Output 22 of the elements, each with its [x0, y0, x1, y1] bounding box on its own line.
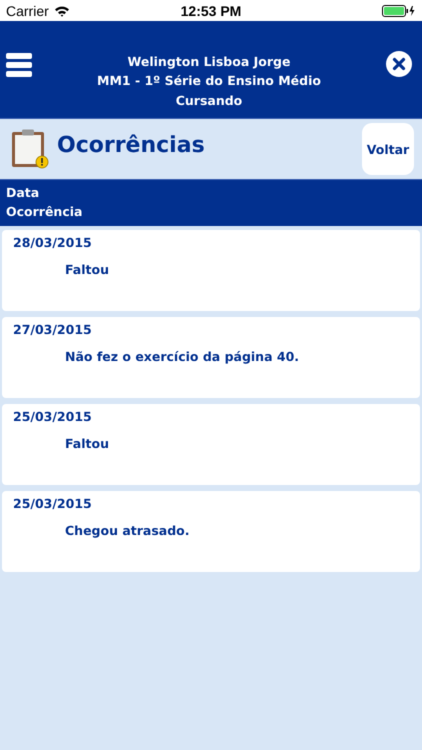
occurrence-text: Faltou — [65, 262, 110, 277]
clipboard-icon — [11, 129, 49, 169]
back-button[interactable]: Voltar — [362, 123, 414, 175]
occurrence-date: 28/03/2015 — [13, 235, 93, 250]
carrier-name: Carrier — [6, 2, 49, 18]
column-header: Ocorrência — [6, 203, 84, 221]
occurrence-text: Faltou — [65, 436, 110, 451]
battery-icon — [382, 4, 416, 16]
occurrence-date: 25/03/2015 — [13, 409, 93, 424]
student-info: Welington Lisboa Jorge — [126, 52, 292, 71]
close-button[interactable] — [386, 51, 412, 77]
student-info: MM1 - 1º Série do Ensino Médio — [96, 72, 322, 90]
menu-button[interactable] — [6, 53, 32, 77]
status-time: 12:53 PM — [180, 2, 242, 18]
occurrence-text: Não fez o exercício da página 40. — [65, 349, 300, 364]
column-header: Data — [6, 184, 40, 202]
wifi-icon — [54, 4, 70, 16]
occurrence-text: Chegou atrasado. — [65, 523, 191, 538]
student-info: Cursando — [174, 92, 244, 110]
page-title: Ocorrências — [57, 132, 206, 158]
occurrence-date: 25/03/2015 — [13, 496, 93, 511]
occurrence-date: 27/03/2015 — [13, 322, 93, 337]
